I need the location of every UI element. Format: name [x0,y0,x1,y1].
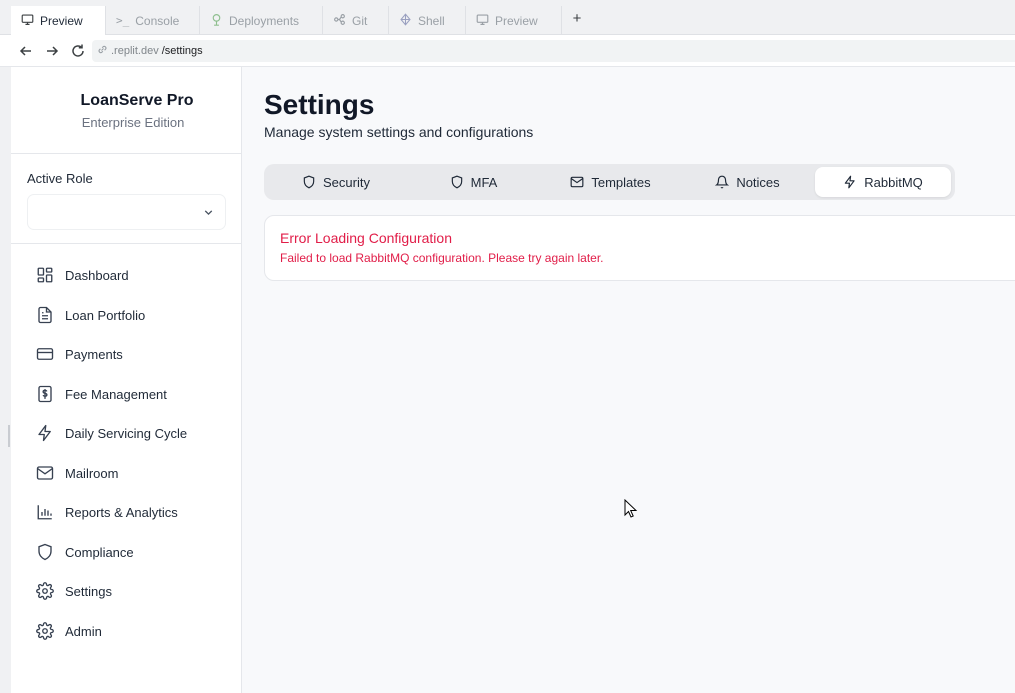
tab-label: Git [352,13,368,28]
tab-console[interactable]: >_ Console [106,6,200,35]
bell-icon [715,175,730,189]
tab-label: RabbitMQ [864,174,923,190]
sidebar-item-fee-management[interactable]: Fee Management [27,379,233,409]
role-select[interactable] [27,194,226,230]
terminal-icon: >_ [116,14,130,27]
link-icon [97,44,108,58]
tab-templates[interactable]: Templates [542,167,679,197]
tab-mfa[interactable]: MFA [405,167,542,197]
sidebar-item-compliance[interactable]: Compliance [27,537,233,567]
tab-label: Notices [736,174,780,190]
tab-label: Templates [591,174,651,190]
sidebar-item-label: Fee Management [65,386,167,402]
mail-icon [570,176,584,188]
sidebar-item-label: Dashboard [65,267,129,283]
sidebar-item-dashboard[interactable]: Dashboard [27,260,233,290]
gear-icon [36,582,54,600]
main-content: Settings Manage system settings and conf… [242,67,1015,693]
tab-preview-2[interactable]: Preview [466,6,562,35]
back-arrow-icon[interactable] [18,43,34,59]
deploy-icon [210,13,223,29]
error-title: Error Loading Configuration [280,230,452,246]
address-bar: .replit.dev/settings [0,35,1015,67]
chevron-down-icon [204,210,213,216]
sidebar-item-admin[interactable]: Admin [27,616,233,646]
git-icon [333,13,346,29]
tab-label: MFA [470,174,498,190]
app-sidebar: LoanServe Pro Enterprise Edition Active … [11,67,242,693]
resize-handle[interactable] [8,425,10,447]
lightning-icon [38,424,51,442]
file-text-icon [38,306,52,324]
sidebar-item-label: Payments [65,346,123,362]
bar-chart-icon [37,505,52,520]
sidebar-item-reports-analytics[interactable]: Reports & Analytics [27,497,233,527]
page-title: Settings [264,89,375,120]
settings-tabs: Security MFA Templates Notices RabbitMQ [264,164,955,200]
role-label: Active Role [27,171,93,186]
url-field[interactable]: .replit.dev/settings [92,40,1015,62]
new-tab-button[interactable]: + [568,10,586,28]
tab-deployments[interactable]: Deployments [200,6,323,35]
forward-arrow-icon[interactable] [44,43,60,59]
tab-notices[interactable]: Notices [679,167,816,197]
tab-label: Deployments [229,13,300,28]
sidebar-item-mailroom[interactable]: Mailroom [27,458,233,488]
tab-label: Preview [495,13,538,28]
sidebar-item-daily-servicing-cycle[interactable]: Daily Servicing Cycle [27,418,233,448]
sidebar-item-loan-portfolio[interactable]: Loan Portfolio [27,300,233,330]
reload-icon[interactable] [70,43,86,59]
error-alert: Error Loading Configuration Failed to lo… [264,215,1015,281]
sidebar-item-settings[interactable]: Settings [27,576,233,606]
tab-label: Console [135,13,180,28]
sidebar-item-label: Daily Servicing Cycle [65,425,188,441]
brand-header: LoanServe Pro Enterprise Edition [11,67,241,154]
tab-label: Preview [40,13,83,28]
panel-edge [0,67,11,693]
sidebar-item-label: Mailroom [65,465,119,481]
shield-icon [451,175,462,189]
credit-card-icon [36,348,54,360]
brand-subtitle: Enterprise Edition [81,115,185,130]
url-path: /settings [161,45,203,57]
tab-preview[interactable]: Preview [11,6,106,35]
shell-icon [399,12,412,29]
sidebar-item-label: Settings [65,583,112,599]
monitor-icon [21,13,34,29]
tab-git[interactable]: Git [323,6,389,35]
url-host: .replit.dev [111,45,159,57]
brand-name: LoanServe Pro [80,92,194,109]
sidebar-item-label: Loan Portfolio [65,307,146,323]
replit-tab-bar: Preview >_ Console Deployments Git Shell… [0,0,1015,35]
tab-rabbitmq[interactable]: RabbitMQ [815,167,951,197]
sidebar-item-label: Compliance [65,544,134,560]
monitor-icon [476,13,489,29]
sidebar-item-payments[interactable]: Payments [27,339,233,369]
tab-shell[interactable]: Shell [389,6,466,35]
tab-label: Security [323,174,370,190]
lightning-icon [844,175,855,189]
shield-icon [38,543,52,561]
tab-security[interactable]: Security [267,167,405,197]
dashboard-icon [37,267,53,283]
tab-label: Shell [418,13,445,28]
sidebar-item-label: Admin [65,623,102,639]
dollar-receipt-icon [38,385,52,403]
shield-icon [303,175,315,189]
role-section: Active Role [11,154,241,244]
sidebar-item-label: Reports & Analytics [65,504,178,520]
mouse-pointer-icon [624,499,638,518]
page-subtitle: Manage system settings and configuration… [264,124,534,140]
mail-icon [36,466,54,480]
gear-icon [36,622,54,640]
error-message: Failed to load RabbitMQ configuration. P… [280,251,604,265]
